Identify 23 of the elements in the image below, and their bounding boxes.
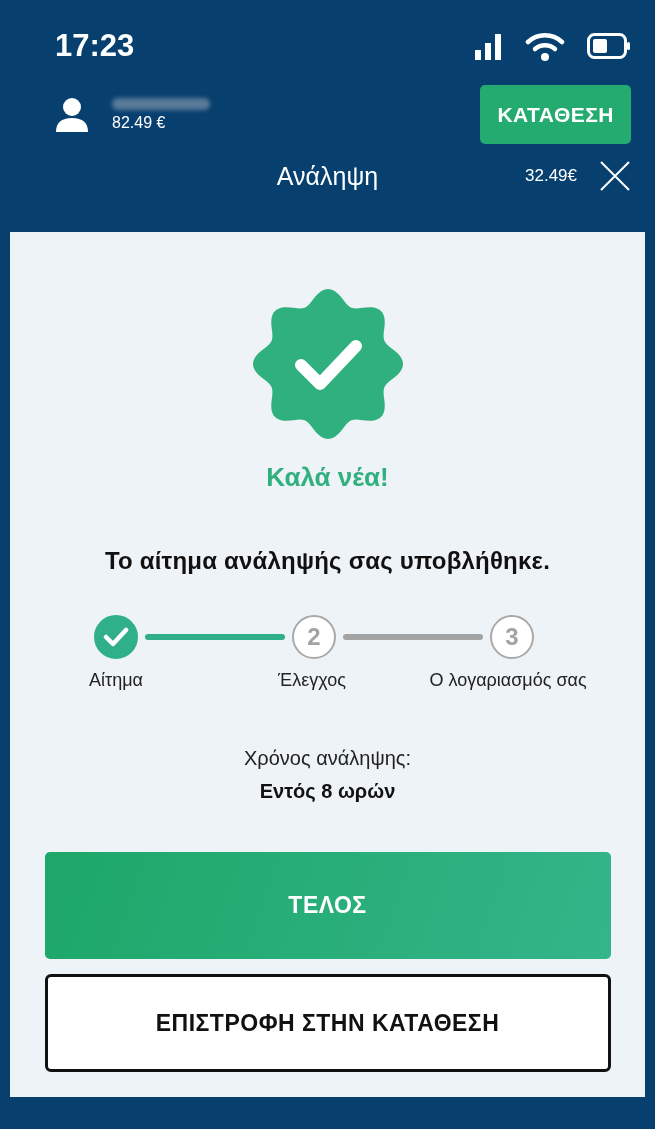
- step-label: Έλεγχος: [278, 670, 346, 691]
- success-heading: Καλά νέα!: [266, 462, 389, 493]
- finish-button[interactable]: ΤΕΛΟΣ: [44, 852, 611, 959]
- success-message: Το αίτημα ανάληψής σας υποβλήθηκε.: [104, 547, 550, 575]
- page-title: Ανάληψη: [276, 161, 379, 191]
- wifi-icon: [525, 31, 565, 61]
- balance: 82.49 €: [112, 113, 167, 132]
- step-label: Αίτημα: [89, 670, 143, 691]
- step-label: Ο λογαριασμός σας: [429, 670, 587, 691]
- back-button[interactable]: ΕΠΙΣΤΡΟΦΗ ΣΤΗΝ ΚΑΤΑΘΕΣΗ: [44, 974, 611, 1072]
- withdrawal-time-value: Εντός 8 ωρών: [259, 780, 396, 803]
- withdrawal-time-label: Χρόνος ανάληψης:: [244, 747, 411, 770]
- status-time: 17:23: [55, 28, 135, 64]
- user-icon: [56, 97, 88, 132]
- withdrawal-amount: 32.49€: [525, 166, 577, 186]
- battery-icon: [587, 33, 631, 59]
- step-marker: 2: [292, 615, 336, 659]
- deposit-button[interactable]: ΚΑΤΑΘΕΣΗ: [480, 85, 631, 144]
- signal-icon: [475, 32, 503, 60]
- close-button[interactable]: [599, 160, 631, 192]
- step-marker: 3: [490, 615, 534, 659]
- check-badge-icon: [252, 289, 403, 439]
- check-icon: [103, 627, 129, 647]
